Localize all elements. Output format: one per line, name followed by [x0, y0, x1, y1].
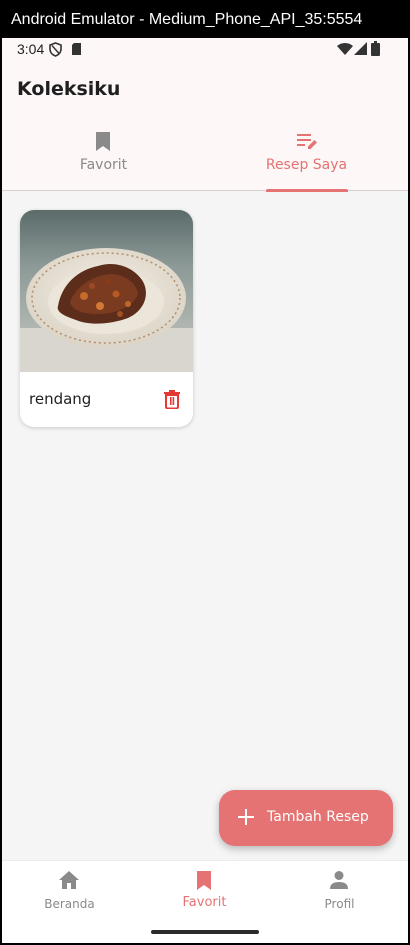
tab-resep-saya-label: Resep Saya: [265, 157, 348, 173]
nav-beranda-label: Beranda: [44, 897, 95, 911]
tab-bar: Favorit Resep Saya: [2, 126, 408, 192]
status-time: 3:04: [17, 41, 45, 57]
bookmark-icon: [96, 132, 110, 151]
recipe-name: rendang: [29, 390, 92, 408]
nav-favorit-label: Favorit: [182, 895, 227, 910]
edit-list-icon: [297, 134, 317, 149]
tab-resep-saya[interactable]: Resep Saya: [205, 126, 408, 192]
gesture-handle[interactable]: [151, 930, 259, 934]
nav-favorit[interactable]: Favorit: [137, 861, 272, 931]
wifi-icon: [337, 43, 353, 55]
tab-indicator: [266, 189, 348, 192]
tab-favorit[interactable]: Favorit: [2, 126, 205, 191]
add-recipe-button[interactable]: Tambah Resep: [219, 790, 393, 846]
status-bar: 3:04: [2, 38, 408, 62]
battery-icon: [371, 41, 380, 56]
recipe-card[interactable]: rendang: [20, 210, 193, 427]
bottom-navigation: Beranda Favorit Profil: [2, 860, 408, 943]
app-bar: Koleksiku: [2, 62, 408, 126]
shield-icon: [49, 42, 62, 57]
nav-profil[interactable]: Profil: [272, 861, 407, 931]
person-icon: [330, 871, 348, 889]
emulator-window-title: Android Emulator - Medium_Phone_API_35:5…: [0, 0, 410, 38]
add-recipe-label: Tambah Resep: [267, 809, 369, 825]
nav-profil-label: Profil: [324, 897, 355, 911]
page-title: Koleksiku: [17, 78, 121, 100]
home-icon: [59, 871, 79, 889]
tab-favorit-label: Favorit: [79, 157, 128, 173]
recipe-photo: [20, 210, 193, 372]
nav-beranda[interactable]: Beranda: [2, 861, 137, 931]
signal-icon: [354, 42, 367, 55]
phone-screen: 3:04 Koleksiku Favorit Resep Saya rendan…: [2, 38, 408, 943]
delete-icon[interactable]: [163, 389, 181, 409]
plus-icon: [238, 809, 254, 825]
bookmark-icon: [197, 871, 211, 890]
sim-card-icon: [72, 43, 81, 55]
